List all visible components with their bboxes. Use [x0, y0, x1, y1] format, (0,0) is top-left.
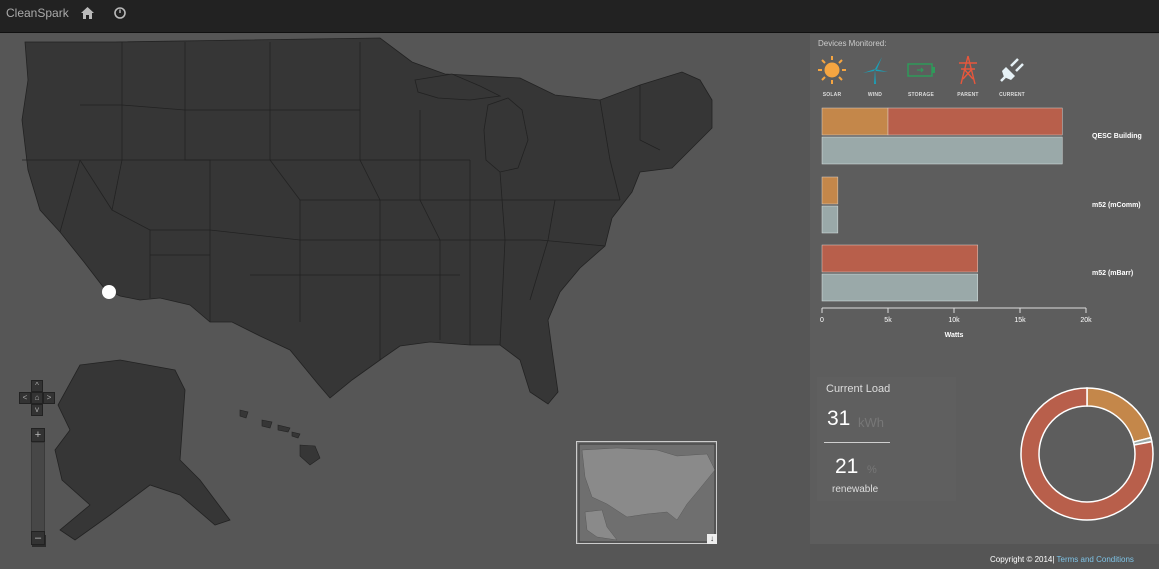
transmission-tower-icon	[959, 55, 977, 85]
renewable-label: renewable	[832, 484, 879, 495]
bar-current[interactable]	[821, 273, 979, 302]
renewable-donut-chart	[1020, 387, 1154, 521]
device-parent[interactable]: PARENT	[948, 55, 988, 98]
bar-current[interactable]	[821, 136, 1063, 165]
renewable-percent-unit: %	[867, 464, 877, 476]
current-load-card: Current Load 31 kWh 21 % renewable	[817, 377, 956, 501]
devices-title: Devices Monitored:	[818, 39, 887, 48]
donut-slice[interactable]	[1086, 387, 1152, 443]
pan-down-button[interactable]: v	[31, 404, 43, 416]
current-load-unit: kWh	[858, 415, 884, 430]
x-tick-label: 20k	[1080, 317, 1092, 324]
zoom-in-button[interactable]: +	[31, 428, 45, 442]
bar-solar[interactable]	[821, 176, 839, 205]
pan-up-button[interactable]: ^	[31, 380, 43, 392]
device-label: STORAGE	[907, 92, 935, 98]
top-navbar: CleanSpark	[0, 0, 1159, 33]
category-label: m52 (mBarr)	[1092, 270, 1134, 277]
x-tick-label: 5k	[884, 317, 892, 324]
terms-link[interactable]: Terms and Conditions	[1057, 555, 1134, 564]
device-label: WIND	[867, 92, 883, 98]
x-tick-label: 15k	[1014, 317, 1026, 324]
sun-icon	[818, 56, 846, 84]
power-bar-chart: 0 5k 10k 15k 20k Watts	[820, 107, 1092, 339]
home-extent-icon[interactable]: ⌂	[31, 392, 43, 404]
current-load-value: 31	[827, 407, 851, 430]
zoom-slider: + –	[31, 428, 46, 547]
plug-icon	[1000, 58, 1024, 82]
x-tick-label: 10k	[948, 317, 960, 324]
device-label: SOLAR	[822, 92, 842, 98]
zoom-track[interactable]	[31, 442, 46, 547]
pan-left-button[interactable]: <	[19, 392, 31, 404]
gauge-icon[interactable]	[113, 6, 127, 20]
bar-solar[interactable]	[821, 107, 889, 136]
overview-map[interactable]	[576, 441, 717, 544]
device-storage[interactable]: STORAGE	[901, 55, 941, 98]
device-label: CURRENT	[999, 92, 1025, 98]
overview-collapse-button[interactable]: ↓	[707, 534, 717, 544]
home-icon[interactable]	[80, 6, 94, 20]
pan-control: ^ < ⌂ > v	[19, 380, 57, 418]
wind-turbine-icon	[863, 57, 888, 84]
device-solar[interactable]: SOLAR	[812, 55, 852, 98]
pan-right-button[interactable]: >	[43, 392, 55, 404]
bar-parent[interactable]	[821, 244, 979, 273]
device-label: PARENT	[957, 92, 979, 98]
location-marker[interactable]	[102, 285, 116, 299]
copyright-text: Copyright © 2014|	[990, 555, 1055, 564]
battery-icon	[907, 63, 935, 77]
x-tick-label: 0	[820, 317, 824, 324]
bar-current[interactable]	[821, 205, 839, 234]
zoom-out-button[interactable]: –	[31, 531, 45, 545]
category-label: m52 (mComm)	[1092, 202, 1141, 209]
x-axis-label: Watts	[945, 332, 964, 339]
renewable-percent-value: 21	[835, 455, 859, 478]
category-label: QESC Building	[1092, 133, 1142, 140]
footer: Copyright © 2014| Terms and Conditions	[990, 555, 1134, 564]
current-load-title: Current Load	[826, 383, 891, 395]
bar-parent[interactable]	[887, 107, 1063, 136]
device-wind[interactable]: WIND	[855, 55, 895, 98]
brand-logo[interactable]: CleanSpark	[6, 6, 69, 20]
device-current[interactable]: CURRENT	[992, 55, 1032, 98]
divider	[824, 442, 890, 443]
